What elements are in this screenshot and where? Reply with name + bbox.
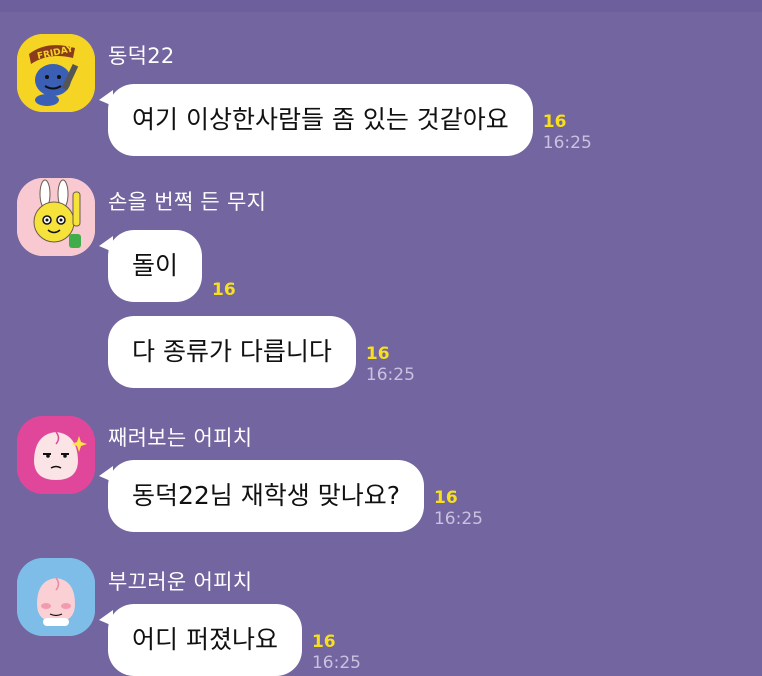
apeach-shy-icon[interactable] <box>17 558 95 636</box>
unread-count: 16 <box>542 112 567 132</box>
message-meta: 16 <box>212 280 236 300</box>
timestamp: 16:25 <box>433 509 483 529</box>
unread-count: 16 <box>365 344 390 364</box>
message-bubble[interactable]: 동덕22님 재학생 맞나요? <box>99 460 424 532</box>
ryan-friday-icon[interactable]: FRIDAY <box>17 34 95 112</box>
message-meta: 16 16:25 <box>366 344 415 386</box>
timestamp: 16:25 <box>311 653 361 673</box>
message-row: 여기 이상한사람들 좀 있는 것같아요 16 16:25 <box>99 84 592 156</box>
message-meta: 16 16:25 <box>543 112 592 154</box>
sender-name: 손을 번쩍 든 무지 <box>108 190 267 214</box>
muzi-raising-hand-icon[interactable] <box>17 178 95 256</box>
message-bubble[interactable]: 돌이 <box>98 230 203 302</box>
message-meta: 16 16:25 <box>312 632 361 674</box>
message-row: 어디 퍼졌나요 16 16:25 <box>99 604 361 676</box>
message-row: 다 종류가 다릅니다 16 16:25 <box>108 316 415 388</box>
message-row: 돌이 16 <box>98 230 236 302</box>
unread-count: 16 <box>212 280 236 300</box>
message-meta: 16 16:25 <box>434 488 483 530</box>
message-bubble[interactable]: 여기 이상한사람들 좀 있는 것같아요 <box>99 84 533 156</box>
timestamp: 16:25 <box>542 133 592 153</box>
unread-count: 16 <box>433 488 458 508</box>
timestamp: 16:25 <box>365 365 415 385</box>
message-bubble[interactable]: 어디 퍼졌나요 <box>99 604 302 676</box>
message-bubble[interactable]: 다 종류가 다릅니다 <box>108 316 356 388</box>
sender-name: 부끄러운 어피치 <box>108 570 253 594</box>
apeach-glaring-icon[interactable] <box>17 416 95 494</box>
top-edge <box>0 0 762 12</box>
sender-name: 동덕22 <box>108 44 175 68</box>
unread-count: 16 <box>311 632 336 652</box>
sender-name: 째려보는 어피치 <box>108 426 253 450</box>
message-row: 동덕22님 재학생 맞나요? 16 16:25 <box>99 460 483 532</box>
